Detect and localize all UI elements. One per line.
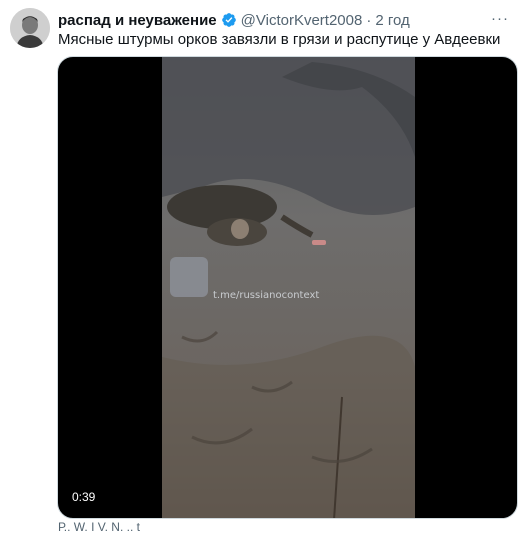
verified-badge-icon	[221, 13, 236, 27]
tweet-text: Мясные штурмы орков завязли в грязи и ра…	[58, 31, 501, 48]
tweet-footer: Р.. W. I V. N. .. t	[58, 520, 140, 534]
tweet[interactable]: распад и неуважение @VictorKvert2008 · 2…	[0, 0, 521, 534]
author-name[interactable]: распад и неуважение	[58, 12, 217, 29]
video-player[interactable]: t.me/russianocontext 0:39	[57, 56, 518, 519]
avatar[interactable]	[10, 8, 50, 48]
more-options-icon[interactable]: ···	[491, 10, 509, 27]
author-handle[interactable]: @VictorKvert2008	[241, 12, 363, 29]
tweet-timestamp[interactable]: 2 год	[375, 12, 409, 29]
video-frame	[162, 57, 415, 518]
separator-dot: ·	[366, 11, 372, 29]
video-duration-badge: 0:39	[66, 488, 102, 506]
video-watermark: t.me/russianocontext	[213, 290, 320, 301]
avatar-image	[10, 8, 50, 48]
tweet-header: распад и неуважение @VictorKvert2008 · 2…	[58, 9, 485, 31]
